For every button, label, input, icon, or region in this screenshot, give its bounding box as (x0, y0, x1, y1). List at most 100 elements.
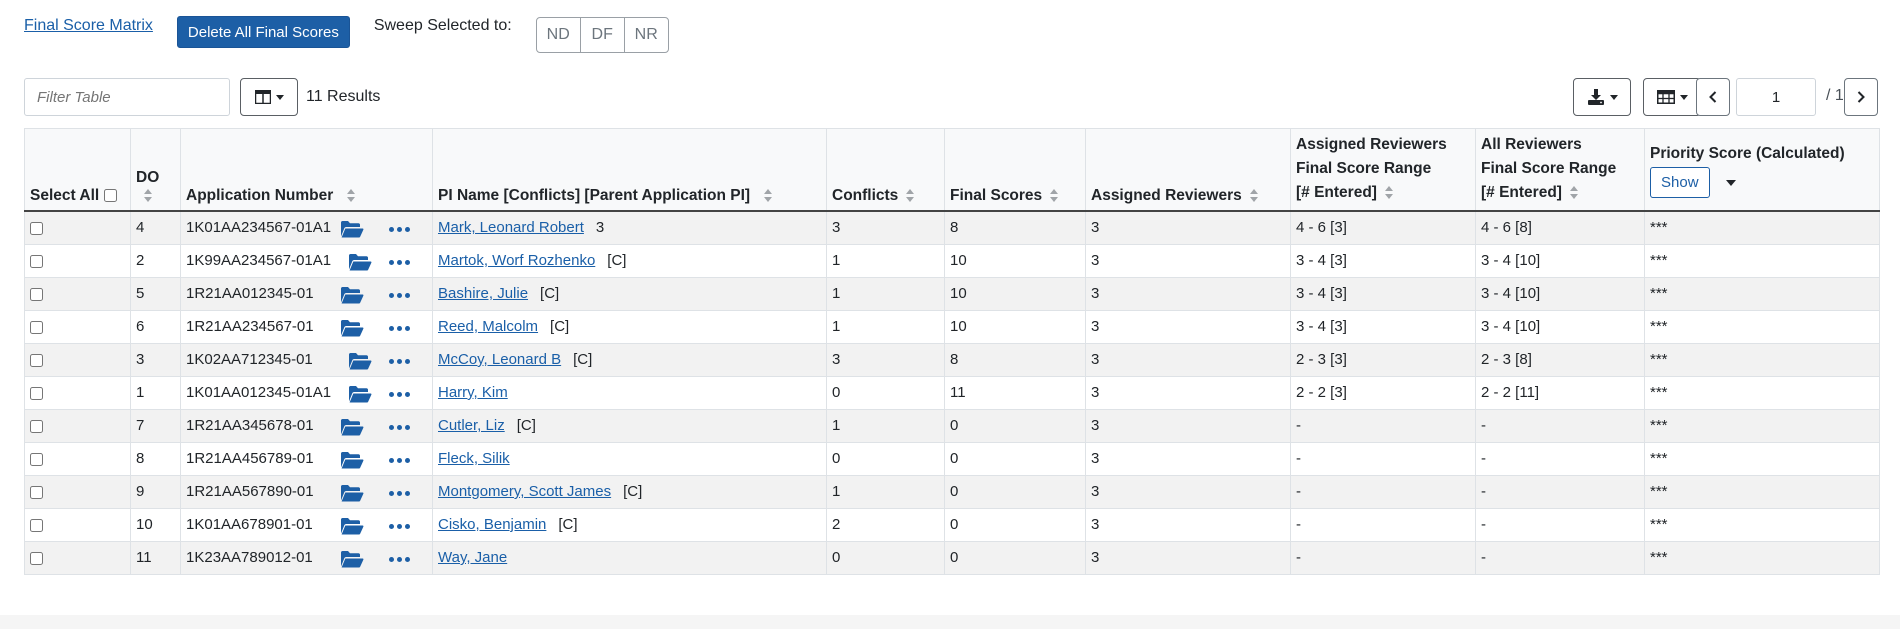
do-header[interactable]: DO (130, 128, 181, 212)
table-row: 4 1K01AA234567-01A1 Mark, Leonard Robert 3 3… (24, 210, 1880, 245)
folder-open-icon[interactable] (340, 451, 364, 469)
priority-score-cell: *** (1644, 210, 1880, 245)
footer-band (0, 615, 1900, 629)
row-checkbox[interactable] (30, 386, 43, 400)
folder-open-icon[interactable] (340, 484, 364, 502)
row-checkbox[interactable] (30, 551, 43, 565)
previous-page-button[interactable] (1696, 78, 1730, 116)
ellipsis-icon[interactable] (389, 556, 410, 562)
pi-name-link[interactable]: Cutler, Liz (438, 417, 505, 434)
filter-table-input[interactable] (24, 78, 230, 116)
application-number: 1R21AA234567-01 (186, 318, 314, 335)
column-toggle-button[interactable] (240, 78, 298, 116)
sweep-button-group: ND DF NR (535, 17, 669, 53)
pi-name-link[interactable]: Montgomery, Scott James (438, 483, 611, 500)
do-cell: 10 (130, 507, 181, 542)
folder-open-icon[interactable] (340, 550, 364, 568)
assigned-range-header[interactable]: Assigned Reviewers Final Score Range [# En… (1290, 128, 1476, 212)
sort-icon (1569, 186, 1578, 200)
assigned-range-cell: 4 - 6 [3] (1290, 210, 1476, 245)
pi-name-link[interactable]: Cisko, Benjamin (438, 516, 546, 533)
pi-name-header[interactable]: PI Name [Conflicts] [Parent Application … (432, 128, 827, 212)
table-layout-button[interactable] (1643, 78, 1701, 116)
ellipsis-icon[interactable] (389, 391, 410, 397)
pi-name-cell: Harry, Kim (432, 375, 827, 410)
row-checkbox[interactable] (30, 221, 43, 235)
columns-icon (254, 90, 271, 104)
ellipsis-icon[interactable] (389, 358, 410, 364)
pi-name-link[interactable]: Reed, Malcolm (438, 318, 538, 335)
ellipsis-icon[interactable] (389, 227, 410, 232)
ellipsis-icon[interactable] (389, 457, 410, 463)
folder-open-icon[interactable] (348, 253, 372, 271)
ellipsis-icon[interactable] (389, 325, 410, 331)
all-range-header[interactable]: All Reviewers Final Score Range [# Entered… (1475, 128, 1645, 212)
row-checkbox[interactable] (30, 254, 43, 268)
pi-name-link[interactable]: Harry, Kim (438, 384, 508, 401)
table-header-row: Select All DO Application Number PI Name… (24, 128, 1880, 212)
chevron-right-icon (1857, 91, 1865, 103)
folder-open-icon[interactable] (340, 220, 364, 238)
chevron-down-icon[interactable] (1725, 179, 1736, 186)
pi-name-link[interactable]: Mark, Leonard Robert (438, 219, 584, 236)
ellipsis-icon[interactable] (389, 490, 410, 496)
table-row: 1 1K01AA012345-01A1 Harry, Kim 0 11 3 2 - 2 [3… (24, 375, 1880, 410)
final-scores-cell: 0 (944, 441, 1086, 476)
conflict-flag: [C] (607, 252, 627, 269)
ellipsis-icon[interactable] (389, 292, 410, 298)
assigned-range-cell: 3 - 4 [3] (1290, 309, 1476, 344)
next-page-button[interactable] (1844, 78, 1878, 116)
folder-open-icon[interactable] (340, 418, 364, 436)
do-cell: 1 (130, 375, 181, 410)
sweep-df-button[interactable]: DF (579, 17, 625, 53)
final-score-matrix-link[interactable]: Final Score Matrix (24, 17, 153, 35)
folder-open-icon[interactable] (348, 352, 372, 370)
final-scores-cell: 0 (944, 474, 1086, 509)
folder-open-icon[interactable] (348, 385, 372, 403)
download-button[interactable] (1573, 78, 1631, 116)
pi-name-link[interactable]: Fleck, Silik (438, 450, 510, 467)
row-checkbox[interactable] (30, 485, 43, 499)
conflict-flag: [C] (540, 285, 560, 302)
do-cell: 9 (130, 474, 181, 509)
page-number-input[interactable] (1736, 78, 1816, 116)
row-checkbox[interactable] (30, 518, 43, 532)
ellipsis-icon[interactable] (389, 259, 410, 265)
pi-name-link[interactable]: Bashire, Julie (438, 285, 528, 302)
download-icon (1587, 89, 1604, 105)
row-checkbox[interactable] (30, 320, 43, 334)
select-all-checkbox[interactable] (103, 189, 117, 203)
show-priority-button[interactable]: Show (1650, 167, 1710, 198)
sweep-nr-button[interactable]: NR (623, 17, 669, 53)
chevron-down-icon (1679, 94, 1688, 100)
final-scores-cell: 0 (944, 408, 1086, 443)
assigned-range-header-line-3: [# Entered] (1296, 184, 1377, 201)
table-row: 9 1R21AA567890-01 Montgomery, Scott James [… (24, 474, 1880, 509)
application-number: 1K01AA234567-01A1 (186, 219, 332, 237)
row-checkbox[interactable] (30, 452, 43, 466)
pi-name-cell: Fleck, Silik (432, 441, 827, 476)
row-checkbox[interactable] (30, 287, 43, 301)
table-row: 2 1K99AA234567-01A1 Martok, Worf Rozhenko [… (24, 243, 1880, 278)
folder-open-icon[interactable] (340, 286, 364, 304)
pi-name-link[interactable]: McCoy, Leonard B (438, 351, 561, 368)
delete-all-final-scores-button[interactable]: Delete All Final Scores (176, 16, 350, 48)
folder-open-icon[interactable] (340, 517, 364, 535)
final-scores-header[interactable]: Final Scores (944, 128, 1086, 212)
ellipsis-icon[interactable] (389, 523, 410, 529)
do-cell: 2 (130, 243, 181, 278)
assigned-reviewers-header[interactable]: Assigned Reviewers (1085, 128, 1291, 212)
folder-open-icon[interactable] (340, 319, 364, 337)
row-checkbox[interactable] (30, 353, 43, 367)
final-scores-cell: 11 (944, 375, 1086, 410)
sweep-nd-button[interactable]: ND (535, 17, 581, 53)
application-number-header[interactable]: Application Number (180, 128, 433, 212)
pi-name-link[interactable]: Martok, Worf Rozhenko (438, 252, 595, 269)
pi-name-header-label: PI Name [Conflicts] [Parent Application … (438, 187, 751, 204)
ellipsis-icon[interactable] (389, 424, 410, 430)
row-checkbox[interactable] (30, 419, 43, 433)
pi-name-link[interactable]: Way, Jane (438, 549, 507, 566)
conflicts-header[interactable]: Conflicts (826, 128, 945, 212)
conflicts-cell: 0 (826, 540, 945, 575)
application-number: 1R21AA012345-01 (186, 285, 314, 302)
